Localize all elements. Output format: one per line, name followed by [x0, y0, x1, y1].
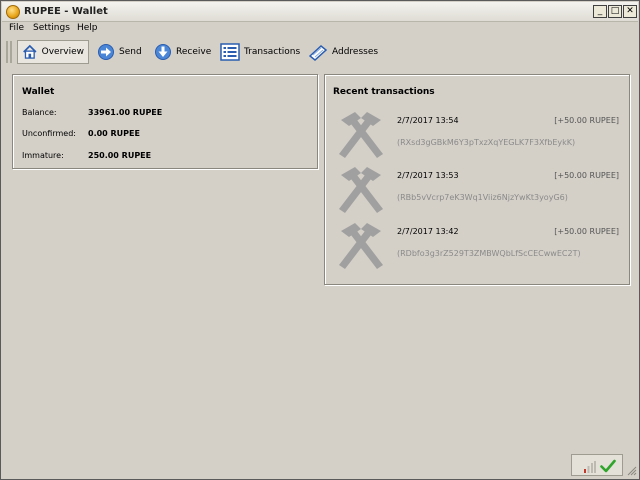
mining-hammers-icon: [339, 223, 383, 269]
resize-grip-icon[interactable]: [627, 466, 637, 476]
tab-receive[interactable]: Receive: [150, 40, 215, 64]
tab-addresses-label: Addresses: [332, 47, 379, 57]
unconfirmed-label: Unconfirmed:: [22, 129, 76, 138]
tab-send[interactable]: Send: [93, 40, 146, 64]
wallet-title: Wallet: [22, 87, 55, 97]
tab-addresses[interactable]: Addresses: [304, 40, 382, 64]
balance-label: Balance:: [22, 108, 57, 117]
tab-overview[interactable]: Overview: [17, 40, 89, 64]
main-toolbar: Overview Send Receive Transactions Addre…: [2, 39, 638, 65]
transaction-item[interactable]: 2/7/2017 13:54 [+50.00 RUPEE] (RXsd3gGBk…: [337, 108, 627, 160]
window-title: RUPEE - Wallet: [24, 6, 108, 17]
rupee-logo-icon: [6, 5, 20, 19]
maximize-button[interactable]: □: [608, 5, 622, 18]
send-arrow-icon: [98, 44, 114, 60]
transactions-list-icon: [220, 43, 240, 61]
menu-settings[interactable]: Settings: [33, 23, 70, 33]
transaction-item[interactable]: 2/7/2017 13:53 [+50.00 RUPEE] (RBb5vVcrp…: [337, 163, 627, 215]
tab-send-label: Send: [119, 47, 142, 57]
transaction-address: (RXsd3gGBkM6Y3pTxzXqYEGLK7F3XfbEykK): [397, 138, 576, 147]
address-book-icon: [308, 45, 328, 61]
menu-help[interactable]: Help: [77, 23, 98, 33]
transaction-address: (RBb5vVcrp7eK3Wq1Viiz6NjzYwKt3yoyG6): [397, 193, 568, 202]
recent-transactions-title: Recent transactions: [333, 87, 435, 97]
transaction-address: (RDbfo3g3rZ529T3ZMBWQbLfScCECwwEC2T): [397, 249, 581, 258]
status-bar: [2, 452, 638, 478]
home-icon: [23, 44, 37, 59]
wallet-panel: Wallet Balance: 33961.00 RUPEE Unconfirm…: [12, 74, 318, 169]
transaction-amount: [+50.00 RUPEE]: [554, 171, 619, 180]
connection-bars-icon[interactable]: [584, 461, 596, 473]
tab-receive-label: Receive: [176, 47, 212, 57]
wallet-window: RUPEE - Wallet _ □ ✕ File Settings Help …: [0, 0, 640, 480]
status-indicators: [571, 454, 623, 476]
transaction-amount: [+50.00 RUPEE]: [554, 227, 619, 236]
mining-hammers-icon: [339, 167, 383, 213]
mining-hammers-icon: [339, 112, 383, 158]
unconfirmed-value: 0.00 RUPEE: [88, 129, 140, 138]
toolbar-grip[interactable]: [6, 41, 12, 63]
receive-arrow-icon: [155, 44, 171, 60]
transaction-date: 2/7/2017 13:42: [397, 227, 459, 236]
recent-transactions-panel: Recent transactions 2/7/2017 13:54 [+50.…: [324, 74, 630, 285]
transaction-date: 2/7/2017 13:54: [397, 116, 459, 125]
transaction-item[interactable]: 2/7/2017 13:42 [+50.00 RUPEE] (RDbfo3g3r…: [337, 219, 627, 271]
immature-label: Immature:: [22, 151, 64, 160]
transaction-amount: [+50.00 RUPEE]: [554, 116, 619, 125]
synced-check-icon[interactable]: [600, 458, 616, 474]
balance-value: 33961.00 RUPEE: [88, 108, 163, 117]
menu-bar: File Settings Help: [2, 22, 638, 37]
tab-transactions[interactable]: Transactions: [216, 40, 304, 64]
transaction-date: 2/7/2017 13:53: [397, 171, 459, 180]
immature-value: 250.00 RUPEE: [88, 151, 152, 160]
title-bar: RUPEE - Wallet _ □ ✕: [2, 2, 638, 22]
close-button[interactable]: ✕: [623, 5, 637, 18]
tab-overview-label: Overview: [41, 47, 84, 57]
tab-transactions-label: Transactions: [244, 47, 301, 57]
minimize-button[interactable]: _: [593, 5, 607, 18]
menu-file[interactable]: File: [9, 23, 24, 33]
